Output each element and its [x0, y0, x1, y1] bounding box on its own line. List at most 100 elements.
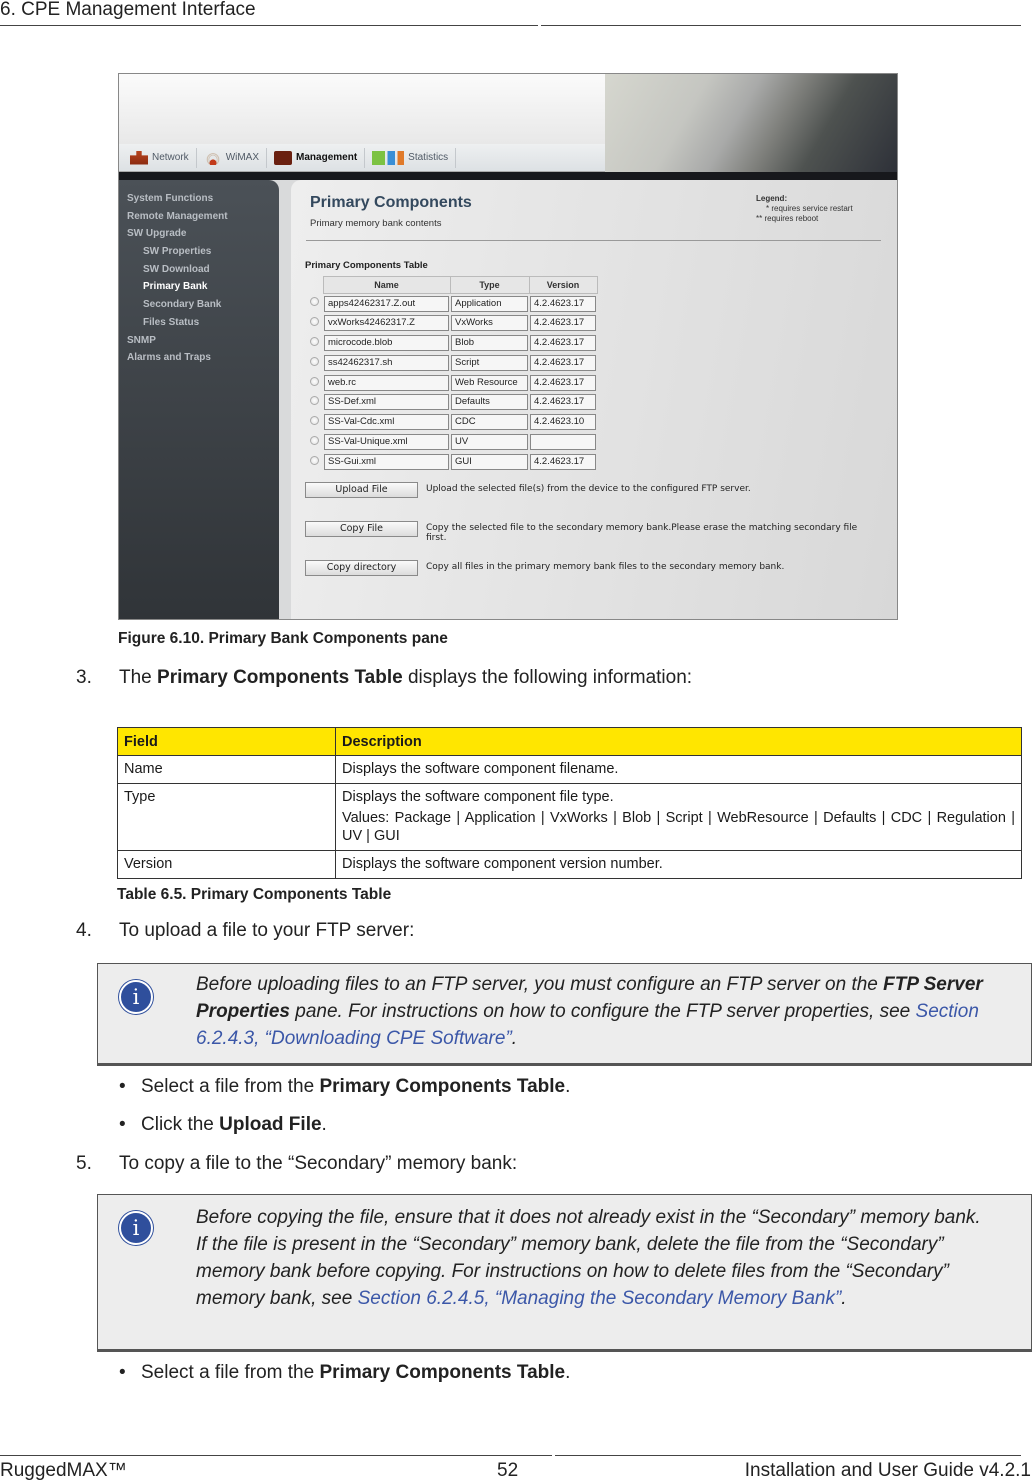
text: pane. For instructions on how to configu… [289, 1001, 916, 1022]
type-field: Blob [451, 334, 528, 351]
bullet-dot: • [119, 1362, 126, 1383]
copy-file-action: Copy File Copy the selected file to the … [305, 521, 876, 543]
legend: Legend: * requires service restart ** re… [756, 194, 853, 224]
select-radio[interactable] [309, 356, 319, 366]
column-header-type: Type [449, 276, 530, 294]
nav-tab-statistics[interactable]: Statistics [365, 147, 457, 168]
column-header-version: Version [528, 276, 598, 294]
name-field: SS-Val-Unique.xml [324, 433, 449, 450]
chapter-title: 6. CPE Management Interface [0, 0, 256, 20]
version-cell: 4.2.4623.17 [529, 373, 597, 393]
name-field: microcode.blob [324, 334, 449, 351]
bold-term: Upload File [219, 1114, 322, 1135]
select-cell [305, 313, 323, 333]
nav-tab-network[interactable]: Network [123, 147, 197, 168]
field-description-table: Field Description Name Displays the soft… [117, 727, 1022, 879]
select-radio[interactable] [309, 336, 319, 346]
page-header: 6. CPE Management Interface [0, 0, 1033, 28]
version-field: 4.2.4623.17 [530, 334, 596, 351]
figure-caption: Figure 6.10. Primary Bank Components pan… [118, 630, 448, 647]
guide-title: Installation and User Guide v4.2.1 [744, 1460, 1031, 1481]
type-cell: Web Resource [450, 373, 529, 393]
select-radio[interactable] [309, 376, 319, 386]
sidebar-item-sw-download[interactable]: SW Download [119, 261, 279, 279]
version-field: 4.2.4623.17 [530, 295, 596, 312]
management-icon [274, 150, 293, 165]
legend-item: * requires service restart [766, 204, 853, 213]
pane-title: Primary Components [310, 194, 472, 211]
version-field: 4.2.4623.17 [530, 453, 596, 470]
primary-bank-screenshot: Network WiMAX Management Statistics Syst… [118, 73, 898, 620]
select-radio[interactable] [309, 435, 319, 445]
name-field: apps42462317.Z.out [324, 295, 449, 312]
note-text: Before uploading files to an FTP server,… [196, 971, 986, 1052]
type-field: Application [451, 295, 528, 312]
nav-tab-management[interactable]: Management [267, 147, 366, 168]
field-cell: Version [117, 850, 336, 879]
nav-tab-label: Network [152, 152, 189, 163]
type-field: UV [451, 433, 528, 450]
version-field: 4.2.4623.17 [530, 354, 596, 371]
nav-tab-wimax[interactable]: WiMAX [197, 147, 268, 168]
sidebar-item-secondary-bank[interactable]: Secondary Bank [119, 296, 279, 314]
text: . [565, 1362, 571, 1383]
info-note: i Before copying the file, ensure that i… [97, 1194, 1032, 1352]
bold-term: Primary Components Table [157, 667, 403, 688]
select-radio[interactable] [309, 396, 319, 406]
nav-divider-bar [119, 172, 897, 180]
text: The [119, 667, 158, 688]
component-row: apps42462317.Z.out Application 4.2.4623.17 [305, 294, 597, 314]
bullet-item: • Select a file from the Primary Componen… [119, 1362, 570, 1384]
copy-file-button[interactable]: Copy File [305, 521, 418, 537]
description-cell: Displays the software component version … [335, 850, 1022, 879]
component-row: SS-Gui.xml GUI 4.2.4623.17 [305, 452, 597, 472]
type-cell: CDC [450, 412, 529, 432]
select-cell [305, 452, 323, 472]
select-radio[interactable] [309, 416, 319, 426]
select-radio[interactable] [309, 317, 319, 327]
text: Select a file from the [141, 1076, 320, 1097]
upload-file-button[interactable]: Upload File [305, 482, 418, 498]
sidebar-item-files-status[interactable]: Files Status [119, 314, 279, 332]
name-field: SS-Val-Cdc.xml [324, 414, 449, 431]
bold-term: Primary Components Table [319, 1362, 566, 1383]
component-row: web.rc Web Resource 4.2.4623.17 [305, 373, 597, 393]
header-rule [0, 25, 538, 26]
table-caption: Table 6.5. Primary Components Table [117, 886, 392, 903]
field-cell: Name [117, 755, 336, 784]
description-cell: Displays the software component file typ… [335, 783, 1022, 851]
legend-item: ** requires reboot [756, 214, 819, 223]
copy-directory-button[interactable]: Copy directory [305, 560, 418, 576]
bullet-item: • Click the Upload File. [119, 1114, 327, 1136]
sidebar-item-system-functions[interactable]: System Functions [119, 190, 279, 208]
text: displays the following information: [402, 667, 693, 688]
type-cell: GUI [450, 452, 529, 472]
version-cell: 4.2.4623.10 [529, 412, 597, 432]
description-text: Displays the software component file typ… [342, 789, 614, 805]
sidebar-item-alarms-and-traps[interactable]: Alarms and Traps [119, 349, 279, 367]
name-field: ss42462317.sh [324, 354, 449, 371]
step-text: To upload a file to your FTP server: [119, 920, 415, 941]
copy-file-description: Copy the selected file to the secondary … [426, 523, 858, 543]
sidebar-item-primary-bank[interactable]: Primary Bank [119, 278, 279, 296]
text: Before uploading files to an FTP server,… [196, 974, 884, 995]
banner-graphic [605, 74, 897, 172]
version-cell: 4.2.4623.17 [529, 313, 597, 333]
sidebar-item-sw-properties[interactable]: SW Properties [119, 243, 279, 261]
select-radio[interactable] [309, 455, 319, 465]
values-text: Values: Package | Application | VxWorks … [342, 810, 1015, 844]
type-cell: VxWorks [450, 313, 529, 333]
sidebar-item-snmp[interactable]: SNMP [119, 332, 279, 350]
component-row: SS-Val-Cdc.xml CDC 4.2.4623.10 [305, 412, 597, 432]
section-link[interactable]: Section 6.2.4.5, “Managing the Secondary… [358, 1288, 842, 1309]
nav-tab-label: WiMAX [225, 152, 260, 163]
bullet-item: • Select a file from the Primary Componen… [119, 1076, 570, 1098]
type-field: GUI [451, 453, 528, 470]
select-radio[interactable] [309, 297, 319, 307]
name-cell: SS-Val-Cdc.xml [323, 412, 450, 432]
version-cell: 4.2.4623.17 [529, 294, 597, 314]
sidebar-item-remote-management[interactable]: Remote Management [119, 208, 279, 226]
version-field [530, 433, 596, 450]
table-row: Name Displays the software component fil… [117, 755, 1022, 784]
sidebar-item-sw-upgrade[interactable]: SW Upgrade [119, 225, 279, 243]
